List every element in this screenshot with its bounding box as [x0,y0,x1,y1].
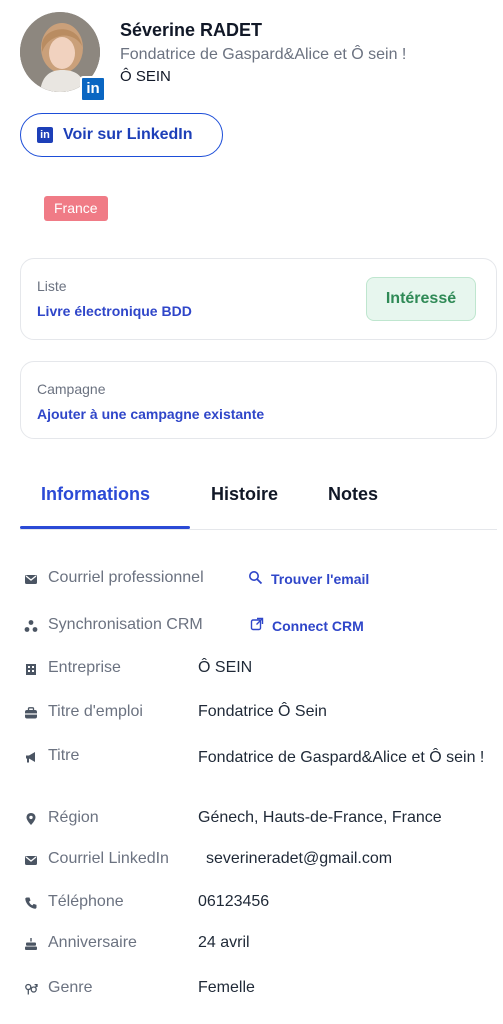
info-row-title: Titre Fondatrice de Gaspard&Alice et Ô s… [24,747,494,793]
info-key: Titre [48,747,80,764]
gender-icon [24,982,38,996]
view-linkedin-button[interactable]: in Voir sur LinkedIn [20,113,223,157]
info-value: 24 avril [198,934,250,951]
tab-notes[interactable]: Notes [328,484,378,505]
info-value: Ô SEIN [198,659,253,676]
tab-bar: Informations Histoire Notes [20,470,497,530]
info-row-crm: Synchronisation CRM Connect CRM [24,616,494,640]
sync-icon [24,619,38,633]
info-value: 06123456 [198,893,270,910]
search-icon [248,570,263,588]
envelope-icon [24,572,38,586]
info-key: Région [48,809,99,826]
info-key: Téléphone [48,893,124,910]
cake-icon [24,937,38,951]
connect-crm-label: Connect CRM [272,617,364,634]
info-row-linkedin-email: Courriel LinkedIn severineradet@gmail.co… [24,850,494,874]
phone-icon [24,896,38,910]
profile-headline: Fondatrice de Gaspard&Alice et Ô sein ! [120,46,407,63]
external-link-icon [250,617,264,634]
active-tab-indicator [20,526,190,529]
info-row-pro-email: Courriel professionnel Trouver l'email [24,569,494,593]
connect-crm-button[interactable]: Connect CRM [250,617,364,634]
country-tag: France [44,196,108,221]
info-key: Synchronisation CRM [48,616,203,633]
status-badge[interactable]: Intéressé [366,277,476,321]
info-value: severineradet@gmail.com [206,850,393,867]
info-row-gender: Genre Femelle [24,979,494,1003]
info-key: Courriel professionnel [48,569,204,586]
list-value-link[interactable]: Livre électronique BDD [37,303,192,319]
profile-name: Séverine RADET [120,20,263,40]
building-icon [24,662,38,676]
info-row-region: Région Génech, Hauts-de-France, France [24,809,494,833]
view-linkedin-label: Voir sur LinkedIn [63,126,193,143]
info-key: Anniversaire [48,934,137,951]
info-key: Genre [48,979,93,996]
megaphone-icon [24,750,38,764]
linkedin-badge-icon: in [80,76,106,102]
avatar[interactable]: in [20,12,106,102]
find-email-button[interactable]: Trouver l'email [248,570,369,588]
list-card: Liste Livre électronique BDD Intéressé [20,258,497,340]
info-row-birthday: Anniversaire 24 avril [24,934,494,958]
info-value: Femelle [198,979,255,996]
info-key: Courriel LinkedIn [48,850,169,867]
info-row-job-title: Titre d'emploi Fondatrice Ô Sein [24,703,494,727]
info-value: Génech, Hauts-de-France, France [198,809,442,826]
info-value: Fondatrice de Gaspard&Alice et Ô sein ! [198,749,485,766]
campaign-label: Campagne [37,381,106,397]
linkedin-icon: in [37,127,53,143]
info-value: Fondatrice Ô Sein [198,703,327,720]
envelope-icon [24,853,38,867]
tab-histoire[interactable]: Histoire [211,484,278,505]
profile-header: in Séverine RADET Fondatrice de Gaspard&… [20,10,490,102]
briefcase-icon [24,706,38,720]
add-to-campaign-link[interactable]: Ajouter à une campagne existante [37,406,264,422]
info-key: Entreprise [48,659,121,676]
info-key: Titre d'emploi [48,703,143,720]
find-email-label: Trouver l'email [271,571,370,587]
campaign-card: Campagne Ajouter à une campagne existant… [20,361,497,439]
info-row-company: Entreprise Ô SEIN [24,659,494,683]
list-label: Liste [37,278,67,294]
info-row-phone: Téléphone 06123456 [24,893,494,917]
tab-informations[interactable]: Informations [41,484,150,505]
profile-company: Ô SEIN [120,68,171,85]
location-icon [24,812,38,826]
